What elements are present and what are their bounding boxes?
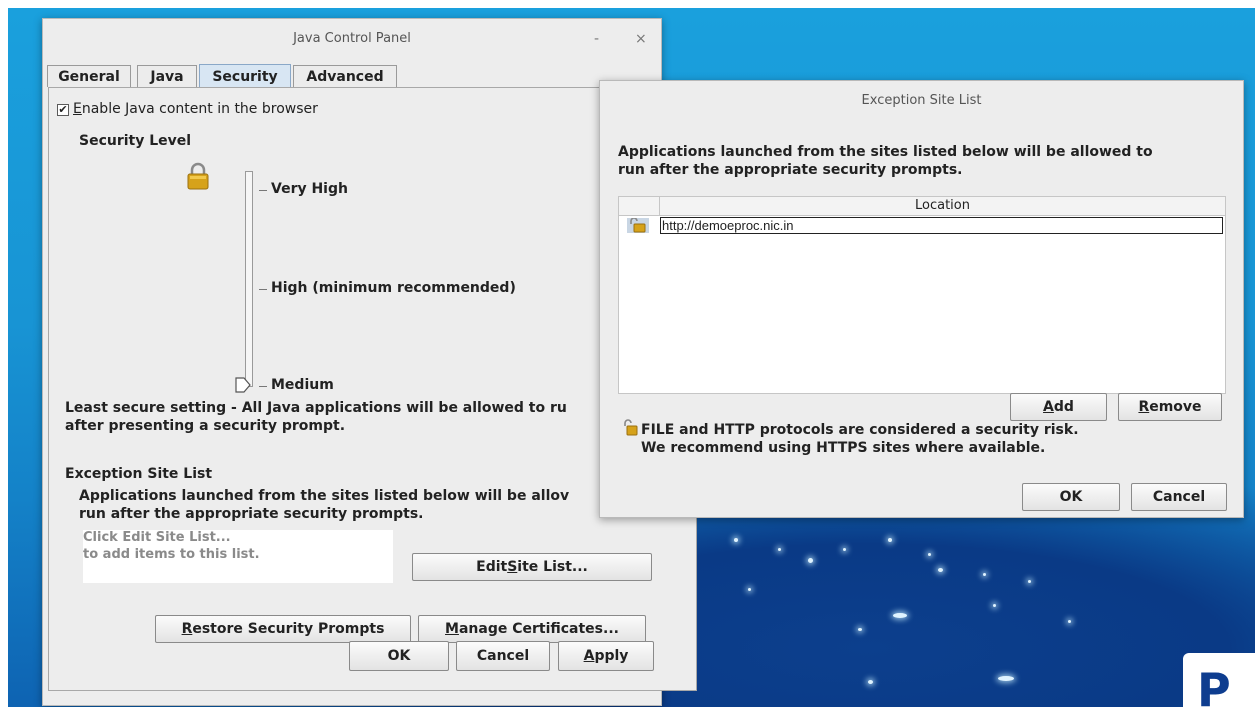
slider-thumb[interactable] <box>235 377 251 393</box>
exception-dialog-titlebar[interactable]: Exception Site List <box>600 81 1243 125</box>
dialog-title: Exception Site List <box>861 93 982 108</box>
tab-security[interactable]: Security <box>199 64 291 88</box>
security-warning-line2: We recommend using HTTPS sites where ava… <box>641 440 1046 456</box>
manage-certificates-button[interactable]: Manage Certificates... <box>418 615 646 643</box>
security-level-slider[interactable] <box>245 171 253 387</box>
level-very-high: Very High <box>271 181 348 197</box>
minimize-button[interactable]: - <box>594 31 599 47</box>
tab-general[interactable]: General <box>47 65 131 87</box>
column-header-icon <box>619 197 660 216</box>
security-level-heading: Security Level <box>79 133 192 149</box>
desktop-logo-fragment: P <box>1183 653 1255 707</box>
tab-advanced[interactable]: Advanced <box>293 65 397 87</box>
dialog-description-line1: Applications launched from the sites lis… <box>618 144 1153 160</box>
control-panel-titlebar[interactable]: Java Control Panel - × <box>43 19 661 63</box>
ok-button[interactable]: OK <box>349 641 449 671</box>
exception-description-line1: Applications launched from the sites lis… <box>79 488 570 504</box>
security-warning-line1: FILE and HTTP protocols are considered a… <box>641 422 1079 438</box>
checkmark-icon: ✔ <box>58 103 68 116</box>
exception-description-line2: run after the appropriate security promp… <box>79 506 424 522</box>
enable-java-label[interactable]: Enable Java content in the browser <box>73 101 318 117</box>
lock-icon <box>187 162 209 190</box>
level-description-line1: Least secure setting - All Java applicat… <box>65 400 567 416</box>
cancel-button[interactable]: Cancel <box>456 641 550 671</box>
exception-site-list-heading: Exception Site List <box>65 466 213 482</box>
dialog-description-line2: run after the appropriate security promp… <box>618 162 963 178</box>
remove-site-button[interactable]: Remove <box>1118 393 1222 421</box>
level-description-line2: after presenting a security prompt. <box>65 418 346 434</box>
edit-site-list-button[interactable]: Edit Site List... <box>412 553 652 581</box>
dialog-cancel-button[interactable]: Cancel <box>1131 483 1227 511</box>
level-medium: Medium <box>271 377 334 393</box>
dialog-ok-button[interactable]: OK <box>1022 483 1120 511</box>
site-box-hint-line2: to add items to this list. <box>83 547 260 562</box>
level-high: High (minimum recommended) <box>271 280 516 296</box>
close-button[interactable]: × <box>635 31 647 47</box>
java-control-panel-window: Java Control Panel - × General Java Secu… <box>42 18 697 706</box>
exception-site-table: Location http://demoeproc.nic.in <box>618 196 1226 394</box>
exception-site-list-dialog: Exception Site List Applications launche… <box>599 80 1244 518</box>
enable-java-checkbox[interactable]: ✔ <box>57 104 69 116</box>
column-header-location[interactable]: Location <box>660 197 1225 216</box>
restore-security-prompts-button[interactable]: Restore Security Prompts <box>155 615 411 643</box>
security-warning-icon <box>624 419 638 436</box>
tab-java[interactable]: Java <box>137 65 197 87</box>
location-cell[interactable]: http://demoeproc.nic.in <box>660 217 1223 234</box>
apply-button[interactable]: Apply <box>558 641 654 671</box>
exception-site-list-box: Click Edit Site List... to add items to … <box>83 530 393 583</box>
add-site-button[interactable]: Add <box>1010 393 1107 421</box>
site-box-hint-line1: Click Edit Site List... <box>83 530 231 545</box>
table-row[interactable]: http://demoeproc.nic.in <box>619 217 1225 234</box>
window-title: Java Control Panel <box>293 31 411 46</box>
unlocked-lock-icon <box>627 218 649 233</box>
